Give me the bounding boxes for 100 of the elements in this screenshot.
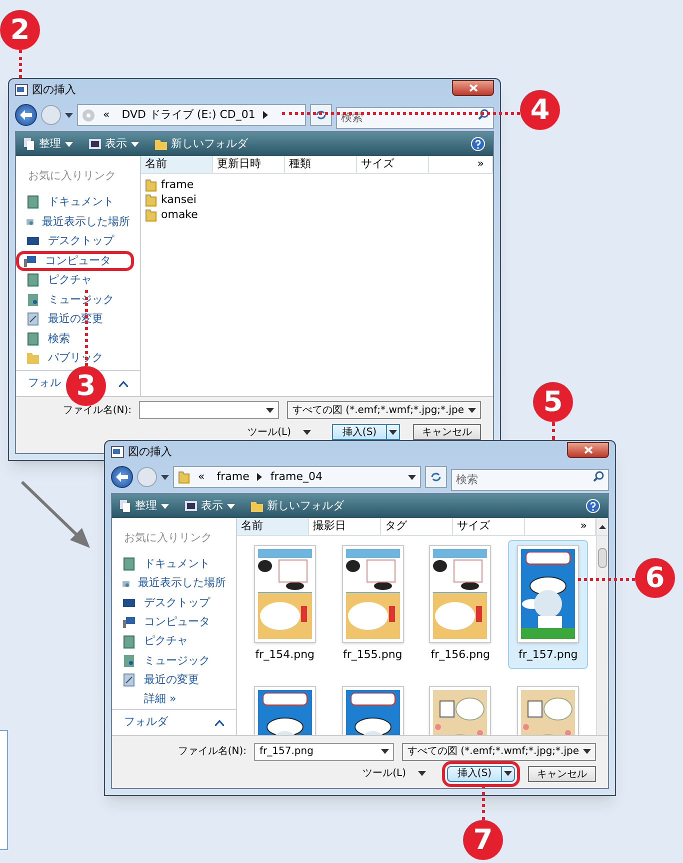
- folders-label[interactable]: フォル: [28, 375, 61, 392]
- sidebar-item[interactable]: 最近表示した場所: [114, 574, 234, 594]
- column-header[interactable]: 更新日時: [213, 156, 285, 173]
- search-icon: [593, 471, 604, 482]
- help-button[interactable]: [586, 499, 600, 513]
- folders-label[interactable]: フォルダ: [124, 714, 168, 731]
- tools-menu[interactable]: ツール(L): [362, 766, 426, 781]
- file-name-field[interactable]: fr_157.png: [254, 742, 394, 760]
- sidebar-item[interactable]: 最近表示した場所: [18, 212, 138, 232]
- back-button[interactable]: [15, 104, 37, 126]
- sidebar-item[interactable]: ピクチャ: [18, 270, 138, 290]
- toolbar-button[interactable]: 新しいフォルダ: [155, 136, 248, 152]
- collapse-icon: [215, 720, 224, 726]
- cancel-button[interactable]: キャンセル: [528, 766, 596, 782]
- caret-icon: [468, 408, 476, 412]
- document-icon: [122, 634, 136, 649]
- document-icon: [122, 673, 136, 688]
- caret-icon: [161, 504, 169, 508]
- breadcrumb[interactable]: frame: [212, 468, 254, 486]
- refresh-button[interactable]: [310, 104, 332, 126]
- file-tile[interactable]: fr_157.png: [508, 540, 588, 668]
- toolbar-button[interactable]: 新しいフォルダ: [251, 498, 344, 514]
- close-icon: [584, 446, 592, 454]
- scrollbar-thumb[interactable]: [598, 548, 607, 568]
- file-row[interactable]: frame: [145, 178, 493, 193]
- file-name-field[interactable]: [139, 401, 280, 419]
- search-field[interactable]: 検索: [451, 468, 609, 490]
- sidebar-item[interactable]: コンピュータ: [114, 612, 234, 632]
- collapse-icon: [119, 380, 128, 386]
- toolbar-button[interactable]: 整理: [120, 498, 169, 514]
- sidebar-item[interactable]: ミュージック: [114, 651, 234, 671]
- new-folder-icon: [251, 500, 263, 512]
- new-folder-icon: [155, 138, 167, 150]
- back-arrow-icon: [116, 472, 128, 482]
- tools-menu[interactable]: ツール(L): [248, 424, 311, 440]
- toolbar-button[interactable]: 表示: [89, 136, 139, 152]
- section-heading: お気に入りリンク: [27, 168, 117, 184]
- address-bar[interactable]: « frame frame_04: [173, 466, 421, 488]
- sidebar-item[interactable]: ミュージック: [18, 290, 138, 310]
- breadcrumb-overflow[interactable]: «: [99, 106, 114, 124]
- close-button[interactable]: [452, 80, 494, 96]
- breadcrumb[interactable]: DVD ドライブ (E:) CD_01: [118, 106, 260, 124]
- document-icon: [26, 312, 40, 326]
- insert-button[interactable]: 挿入(S): [332, 424, 400, 440]
- file-row[interactable]: kansei: [145, 193, 493, 208]
- toolbar-button[interactable]: 表示: [185, 498, 235, 514]
- column-header[interactable]: 名前: [237, 518, 309, 535]
- caret-icon: [161, 474, 169, 480]
- refresh-button[interactable]: [425, 466, 447, 488]
- file-type-dropdown[interactable]: すべての図 (*.emf;*.wmf;*.jpg;*.jpe: [402, 742, 596, 760]
- folder-icon: [145, 179, 157, 192]
- breadcrumb[interactable]: frame_04: [266, 468, 326, 486]
- caret-icon: [227, 504, 235, 508]
- sidebar-item[interactable]: デスクトップ: [18, 232, 138, 251]
- sidebar-item[interactable]: 詳細 »: [114, 690, 234, 710]
- sidebar-item[interactable]: コンピュータ: [16, 251, 134, 270]
- arrow-drawing: [20, 480, 92, 550]
- file-name: fr_154.png: [255, 647, 315, 663]
- address-bar[interactable]: « DVD ドライブ (E:) CD_01: [77, 104, 306, 126]
- caret-icon: [303, 430, 311, 434]
- refresh-icon: [315, 109, 327, 121]
- cancel-button[interactable]: キャンセル: [413, 424, 481, 440]
- sidebar-item[interactable]: デスクトップ: [114, 593, 234, 613]
- file-row[interactable]: omake: [145, 208, 493, 223]
- step-number: 5: [533, 382, 573, 422]
- caret-icon: [408, 474, 416, 480]
- pages-icon: [120, 500, 131, 512]
- window-title: 図の挿入: [32, 82, 76, 98]
- scroll-up-button[interactable]: [596, 518, 608, 535]
- disc-icon: [82, 108, 95, 122]
- column-header[interactable]: タグ: [381, 518, 453, 535]
- section-heading: お気に入りリンク: [123, 530, 213, 546]
- file-type-dropdown[interactable]: すべての図 (*.emf;*.wmf;*.jpg;*.jpe: [287, 401, 481, 419]
- folder-icon: [178, 470, 190, 484]
- document-icon: [26, 292, 40, 307]
- caret-icon: [583, 749, 591, 754]
- scrollbar[interactable]: [596, 536, 608, 735]
- search-icon: [478, 109, 489, 120]
- chevron-icon: [257, 473, 262, 481]
- file-name: fr_155.png: [342, 647, 402, 663]
- file-name: fr_156.png: [430, 647, 490, 663]
- toolbar-button[interactable]: 整理: [24, 136, 73, 152]
- caret-icon: [65, 142, 73, 146]
- sidebar-item[interactable]: ドキュメント: [18, 192, 138, 212]
- sidebar-item[interactable]: 最近の変更: [114, 670, 234, 690]
- help-button[interactable]: [471, 137, 485, 151]
- help-icon: [475, 140, 481, 148]
- column-header[interactable]: 撮影日: [309, 518, 381, 535]
- breadcrumb-overflow[interactable]: «: [194, 468, 209, 486]
- close-button[interactable]: [567, 442, 609, 458]
- sidebar-item[interactable]: 検索: [18, 329, 138, 348]
- sidebar-item[interactable]: ピクチャ: [114, 632, 234, 652]
- column-header[interactable]: »: [429, 156, 493, 173]
- column-header[interactable]: 種類: [285, 156, 357, 173]
- column-header[interactable]: サイズ: [453, 518, 525, 535]
- back-button[interactable]: [111, 466, 133, 488]
- refresh-icon: [430, 471, 442, 483]
- column-header[interactable]: サイズ: [357, 156, 429, 173]
- column-header[interactable]: 名前: [141, 156, 213, 173]
- sidebar-item[interactable]: ドキュメント: [114, 554, 234, 574]
